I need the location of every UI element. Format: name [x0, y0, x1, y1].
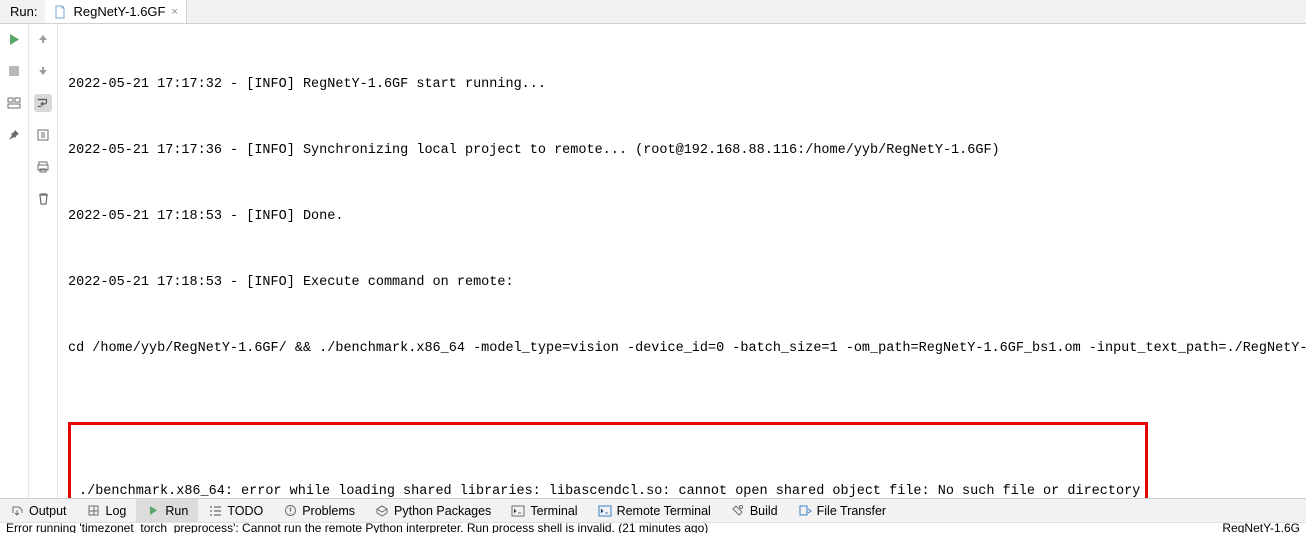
problems-icon — [283, 504, 297, 518]
layout-icon[interactable] — [5, 94, 23, 112]
error-highlight-box: ./benchmark.x86_64: error while loading … — [68, 422, 1148, 498]
up-arrow-icon[interactable] — [34, 30, 52, 48]
run-action-gutter-left — [0, 24, 29, 498]
python-packages-icon — [375, 504, 389, 518]
tab-label: Log — [106, 504, 127, 518]
run-icon — [146, 504, 160, 518]
log-line: 2022-05-21 17:18:53 - [INFO] Execute com… — [68, 272, 1296, 294]
run-action-gutter-right — [29, 24, 58, 498]
run-toolwindow-header: Run: RegNetY-1.6GF × — [0, 0, 1306, 24]
run-label: Run: — [0, 4, 45, 19]
status-message[interactable]: Error running 'timezonet_torch_preproces… — [6, 522, 708, 533]
down-arrow-icon[interactable] — [34, 62, 52, 80]
tab-output[interactable]: Output — [0, 499, 77, 522]
scroll-to-end-icon[interactable] — [34, 126, 52, 144]
close-icon[interactable]: × — [171, 6, 177, 18]
log-line: cd /home/yyb/RegNetY-1.6GF/ && ./benchma… — [68, 338, 1296, 360]
tab-log[interactable]: Log — [77, 499, 137, 522]
tab-remote-terminal[interactable]: Remote Terminal — [588, 499, 721, 522]
tab-label: TODO — [227, 504, 263, 518]
print-icon[interactable] — [34, 158, 52, 176]
run-icon[interactable] — [5, 30, 23, 48]
output-icon — [10, 504, 24, 518]
terminal-icon — [511, 504, 525, 518]
tab-label: Terminal — [530, 504, 577, 518]
run-toolwindow-body: 2022-05-21 17:17:32 - [INFO] RegNetY-1.6… — [0, 24, 1306, 498]
console-output[interactable]: 2022-05-21 17:17:32 - [INFO] RegNetY-1.6… — [58, 24, 1306, 498]
tab-run[interactable]: Run — [136, 499, 198, 522]
log-line: 2022-05-21 17:17:32 - [INFO] RegNetY-1.6… — [68, 74, 1296, 96]
tab-label: Run — [165, 504, 188, 518]
tab-label: Python Packages — [394, 504, 491, 518]
tab-todo[interactable]: TODO — [198, 499, 273, 522]
todo-icon — [208, 504, 222, 518]
tab-label: Output — [29, 504, 67, 518]
remote-terminal-icon — [598, 504, 612, 518]
tab-label: Build — [750, 504, 778, 518]
log-icon — [87, 504, 101, 518]
tab-python-packages[interactable]: Python Packages — [365, 499, 501, 522]
run-config-tab-label: RegNetY-1.6GF — [73, 4, 165, 19]
build-icon — [731, 504, 745, 518]
page-icon — [53, 5, 67, 19]
log-line: 2022-05-21 17:18:53 - [INFO] Done. — [68, 206, 1296, 228]
tab-label: Problems — [302, 504, 355, 518]
trash-icon[interactable] — [34, 190, 52, 208]
tab-label: Remote Terminal — [617, 504, 711, 518]
run-config-tab[interactable]: RegNetY-1.6GF × — [45, 0, 186, 23]
toolwindow-tab-bar: Output Log Run TODO Problems Python Pack… — [0, 498, 1306, 522]
tab-build[interactable]: Build — [721, 499, 788, 522]
pin-icon[interactable] — [5, 126, 23, 144]
tab-label: File Transfer — [817, 504, 886, 518]
soft-wrap-icon[interactable] — [34, 94, 52, 112]
tab-terminal[interactable]: Terminal — [501, 499, 587, 522]
status-right[interactable]: RegNetY-1.6G — [1222, 522, 1300, 533]
stop-icon[interactable] — [5, 62, 23, 80]
ide-status-bar: Error running 'timezonet_torch_preproces… — [0, 522, 1306, 533]
file-transfer-icon — [798, 504, 812, 518]
log-line: 2022-05-21 17:17:36 - [INFO] Synchronizi… — [68, 140, 1296, 162]
tab-file-transfer[interactable]: File Transfer — [788, 499, 896, 522]
tab-problems[interactable]: Problems — [273, 499, 365, 522]
log-line: ./benchmark.x86_64: error while loading … — [79, 481, 1137, 498]
